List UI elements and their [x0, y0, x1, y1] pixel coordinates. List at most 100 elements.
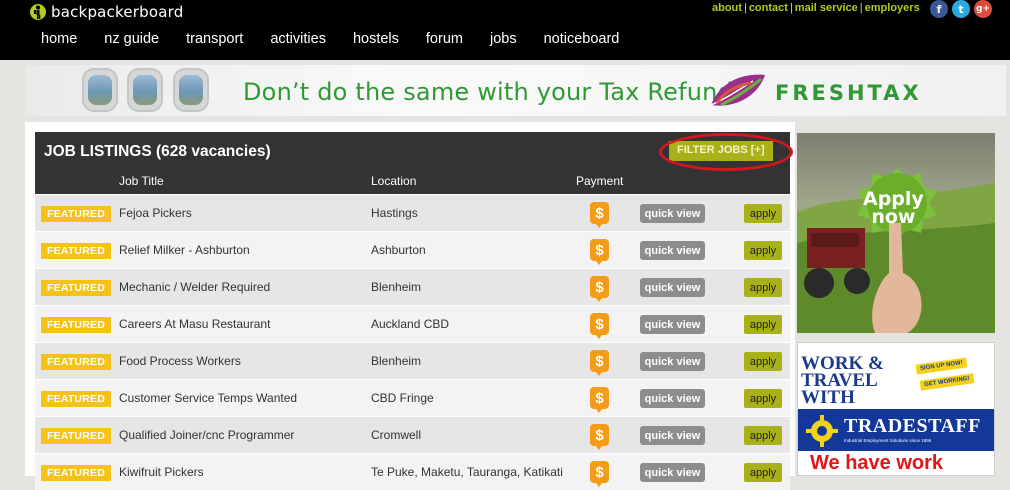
payment-dollar-icon: $	[590, 350, 609, 376]
nav-jobs[interactable]: jobs	[490, 31, 517, 47]
job-location: Cromwell	[371, 428, 422, 442]
work-travel-text: WORK & TRAVEL WITH	[801, 353, 884, 408]
social-links: f t g+	[930, 0, 992, 18]
quick-view-button[interactable]: quick view	[640, 352, 705, 371]
main-nav: home nz guide transport activities hoste…	[41, 31, 646, 47]
apply-button[interactable]: apply	[744, 204, 782, 223]
apply-now-line2: now	[871, 206, 916, 228]
job-location: Ashburton	[371, 243, 426, 257]
quick-view-button[interactable]: quick view	[640, 389, 705, 408]
table-row[interactable]: FEATURED Qualified Joiner/cnc Programmer C…	[35, 416, 790, 453]
quick-view-button[interactable]: quick view	[640, 463, 705, 482]
apply-now-text: Apply now	[863, 190, 924, 228]
apply-button[interactable]: apply	[744, 352, 782, 371]
column-job-title: Job Title	[119, 174, 164, 188]
nav-noticeboard[interactable]: noticeboard	[544, 31, 620, 47]
payment-dollar-icon: $	[590, 461, 609, 487]
apply-now-ad-art	[797, 168, 995, 333]
job-location: CBD Fringe	[371, 391, 434, 405]
apply-button[interactable]: apply	[744, 315, 782, 334]
facebook-icon[interactable]: f	[930, 0, 948, 18]
job-title[interactable]: Mechanic / Welder Required	[119, 280, 270, 294]
job-title[interactable]: Relief Milker - Ashburton	[119, 243, 250, 257]
twitter-icon[interactable]: t	[952, 0, 970, 18]
job-title[interactable]: Customer Service Temps Wanted	[119, 391, 297, 405]
job-title[interactable]: Careers At Masu Restaurant	[119, 317, 270, 331]
we-have-work-text: We have work	[810, 452, 944, 474]
job-location: Blenheim	[371, 280, 422, 294]
nav-hostels[interactable]: hostels	[353, 31, 399, 47]
employers-link[interactable]: employers	[865, 2, 920, 14]
nav-activities[interactable]: activities	[270, 31, 326, 47]
apply-button[interactable]: apply	[744, 278, 782, 297]
apply-button[interactable]: apply	[744, 241, 782, 260]
payment-dollar-icon: $	[590, 239, 609, 265]
apply-button[interactable]: apply	[744, 389, 782, 408]
quick-view-button[interactable]: quick view	[640, 426, 705, 445]
job-listings-panel: JOB LISTINGS (628 vacancies) FILTER JOBS…	[35, 132, 793, 490]
site-logo[interactable]: backpackerboard	[30, 2, 183, 22]
job-location: Auckland CBD	[371, 317, 450, 331]
featured-badge: FEATURED	[41, 243, 111, 259]
featured-badge: FEATURED	[41, 206, 111, 222]
nav-nz-guide[interactable]: nz guide	[104, 31, 159, 47]
job-location: Blenheim	[371, 354, 422, 368]
table-row[interactable]: FEATURED Mechanic / Welder Required Blenhe…	[35, 268, 790, 305]
work-travel-section: WORK & TRAVEL WITH SIGN UP NOW! GET WORK…	[798, 343, 994, 411]
nav-forum[interactable]: forum	[426, 31, 463, 47]
mail-service-link[interactable]: mail service	[795, 2, 858, 14]
table-row[interactable]: FEATURED Customer Service Temps Wanted CBD…	[35, 379, 790, 416]
payment-dollar-icon: $	[590, 424, 609, 450]
apply-now-ad[interactable]: Apply now	[797, 133, 995, 333]
payment-dollar-icon: $	[590, 313, 609, 339]
freshtax-leaf-icon	[710, 74, 765, 107]
airplane-window-image	[173, 68, 209, 112]
contact-link[interactable]: contact	[749, 2, 788, 14]
quick-view-button[interactable]: quick view	[640, 241, 705, 260]
column-location: Location	[371, 174, 417, 188]
separator: |	[859, 2, 863, 14]
freshtax-brand: FRESHTAX	[775, 81, 922, 105]
job-title[interactable]: Food Process Workers	[119, 354, 241, 368]
table-row[interactable]: FEATURED Relief Milker - Ashburton Ashburt…	[35, 231, 790, 268]
tradestaff-ad[interactable]: WORK & TRAVEL WITH SIGN UP NOW! GET WORK…	[797, 342, 995, 476]
apply-button[interactable]: apply	[744, 463, 782, 482]
job-location: Te Puke, Maketu, Tauranga, Katikati	[371, 465, 563, 479]
vacancy-count: (628 vacancies)	[156, 143, 271, 160]
quick-view-button[interactable]: quick view	[640, 278, 705, 297]
job-title[interactable]: Fejoa Pickers	[119, 206, 192, 220]
table-row[interactable]: FEATURED Kiwifruit Pickers Te Puke, Maketu…	[35, 453, 790, 490]
quick-view-button[interactable]: quick view	[640, 315, 705, 334]
nav-transport[interactable]: transport	[186, 31, 243, 47]
backpacker-logo-icon	[30, 4, 46, 20]
table-header: Job Title Location Payment	[35, 172, 790, 194]
site-header: backpackerboard about | contact | mail servi…	[0, 0, 1010, 60]
nav-home[interactable]: home	[41, 31, 77, 47]
table-row[interactable]: FEATURED Fejoa Pickers Hastings $ quick view…	[35, 194, 790, 231]
job-title[interactable]: Kiwifruit Pickers	[119, 465, 204, 479]
banner-tagline: Don’t do the same with your Tax Refund.	[243, 78, 741, 106]
tradestaff-logo-text: TRADESTAFF	[844, 415, 981, 437]
airplane-window-image	[127, 68, 163, 112]
job-title[interactable]: Qualified Joiner/cnc Programmer	[119, 428, 294, 442]
quick-view-button[interactable]: quick view	[640, 204, 705, 223]
about-link[interactable]: about	[712, 2, 742, 14]
logo-text: backpackerboard	[51, 3, 184, 21]
apply-button[interactable]: apply	[744, 426, 782, 445]
main-content: JOB LISTINGS (628 vacancies) FILTER JOBS…	[25, 122, 795, 490]
featured-badge: FEATURED	[41, 317, 111, 333]
column-payment: Payment	[576, 174, 624, 188]
gear-icon	[806, 415, 838, 447]
airplane-window-image	[82, 68, 118, 112]
job-location: Hastings	[371, 206, 418, 220]
featured-badge: FEATURED	[41, 354, 111, 370]
job-list: FEATURED Fejoa Pickers Hastings $ quick view…	[35, 194, 790, 490]
featured-badge: FEATURED	[41, 280, 111, 296]
listings-title: JOB LISTINGS	[44, 143, 152, 160]
table-row[interactable]: FEATURED Food Process Workers Blenheim $ qui…	[35, 342, 790, 379]
featured-badge: FEATURED	[41, 465, 111, 481]
payment-dollar-icon: $	[590, 202, 609, 228]
table-row[interactable]: FEATURED Careers At Masu Restaurant Auckla…	[35, 305, 790, 342]
freshtax-banner-ad[interactable]: Don’t do the same with your Tax Refund. …	[25, 65, 1006, 116]
google-plus-icon[interactable]: g+	[974, 0, 992, 18]
